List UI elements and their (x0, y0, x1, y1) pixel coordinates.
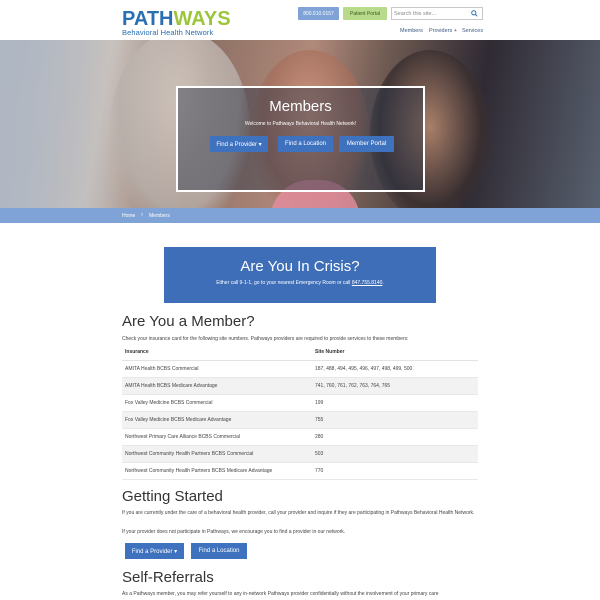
getting-started-heading: Getting Started (122, 488, 223, 505)
table-header-site-number: Site Number (312, 345, 478, 361)
nav-providers[interactable]: Providers + (429, 28, 457, 34)
search-box (391, 7, 483, 20)
self-referrals-heading: Self-Referrals (122, 569, 214, 586)
phone-button[interactable]: 800.910.0157 (298, 7, 339, 20)
find-provider-button-2[interactable]: Find a Provider ▾ (125, 543, 184, 559)
pathways-logo[interactable]: PATHWAYS Behavioral Health Network (122, 9, 231, 37)
table-cell-site-number: 187, 488, 494, 495, 496, 497, 498, 499, … (312, 360, 478, 378)
table-row: AMITA Health BCBS Medicare Advantage 741… (122, 377, 478, 395)
self-referrals-para: As a Pathways member, you may refer your… (122, 591, 439, 597)
table-row: Northwest Community Health Partners BCBS… (122, 462, 478, 480)
table-cell-site-number: 755 (312, 411, 478, 429)
logo-tagline: Behavioral Health Network (122, 28, 214, 37)
page-title: Members (269, 98, 332, 115)
getting-started-para-1: If you are currently under the care of a… (122, 510, 475, 516)
table-cell-insurance: Northwest Community Health Partners BCBS… (122, 445, 312, 463)
table-header-row: Insurance Site Number (122, 345, 478, 361)
site-header: PATHWAYS Behavioral Health Network 800.9… (0, 0, 600, 40)
table-cell-insurance: AMITA Health BCBS Commercial (122, 360, 312, 378)
member-intro: Check your insurance card for the follow… (122, 336, 409, 342)
logo-word-b: WAYS (173, 8, 231, 30)
member-heading: Are You a Member? (122, 313, 255, 330)
crisis-text-before: Either call 9-1-1, go to your nearest Em… (216, 280, 352, 286)
find-location-button[interactable]: Find a Location (278, 136, 333, 152)
search-icon[interactable] (471, 10, 478, 17)
crisis-phone-link[interactable]: 847.755.8140 (352, 280, 383, 286)
patient-portal-button[interactable]: Patient Portal (343, 7, 387, 20)
breadcrumb-current: Members (149, 213, 170, 219)
table-cell-insurance: Northwest Community Health Partners BCBS… (122, 462, 312, 480)
crisis-title: Are You In Crisis? (240, 258, 360, 275)
breadcrumb: Home › Members (0, 208, 600, 223)
table-cell-site-number: 199 (312, 394, 478, 412)
table-cell-insurance: Fox Valley Medicine BCBS Medicare Advant… (122, 411, 312, 429)
nav-services[interactable]: Services (462, 28, 483, 34)
crisis-callout: Are You In Crisis? Either call 9-1-1, go… (164, 247, 436, 303)
table-row: AMITA Health BCBS Commercial 187, 488, 4… (122, 360, 478, 378)
table-row: Northwest Primary Care Alliance BCBS Com… (122, 428, 478, 446)
table-cell-site-number: 503 (312, 445, 478, 463)
crisis-text-after: . (382, 280, 384, 286)
table-cell-site-number: 741, 760, 761, 762, 763, 764, 765 (312, 377, 478, 395)
table-cell-insurance: Fox Valley Medicine BCBS Commercial (122, 394, 312, 412)
logo-word-a: PATH (122, 8, 174, 30)
search-input[interactable] (394, 9, 468, 19)
getting-started-para-2: If your provider does not participate in… (122, 529, 346, 535)
hero-subtitle: Welcome to Pathways Behavioral Health Ne… (244, 121, 357, 127)
find-location-button-2[interactable]: Find a Location (191, 543, 247, 559)
chevron-right-icon: › (141, 212, 143, 218)
table-row: Fox Valley Medicine BCBS Medicare Advant… (122, 411, 478, 429)
table-cell-site-number: 280 (312, 428, 478, 446)
member-portal-button[interactable]: Member Portal (339, 136, 394, 152)
crisis-text: Either call 9-1-1, go to your nearest Em… (164, 280, 436, 286)
table-header-insurance: Insurance (122, 345, 312, 361)
table-cell-insurance: AMITA Health BCBS Medicare Advantage (122, 377, 312, 395)
breadcrumb-home-link[interactable]: Home (122, 213, 135, 219)
find-provider-button[interactable]: Find a Provider ▾ (210, 136, 268, 152)
nav-members[interactable]: Members (400, 28, 423, 34)
table-cell-insurance: Northwest Primary Care Alliance BCBS Com… (122, 428, 312, 446)
hero-banner: Members Welcome to Pathways Behavioral H… (0, 40, 600, 208)
hero-photo-blur (0, 40, 120, 208)
table-row: Northwest Community Health Partners BCBS… (122, 445, 478, 463)
table-cell-site-number: 770 (312, 462, 478, 480)
table-row: Fox Valley Medicine BCBS Commercial 199 (122, 394, 478, 412)
logo-wordmark: PATHWAYS (122, 9, 231, 29)
site-number-table: Insurance Site Number AMITA Health BCBS … (122, 345, 478, 480)
hero-overlay-box: Members Welcome to Pathways Behavioral H… (176, 86, 425, 192)
